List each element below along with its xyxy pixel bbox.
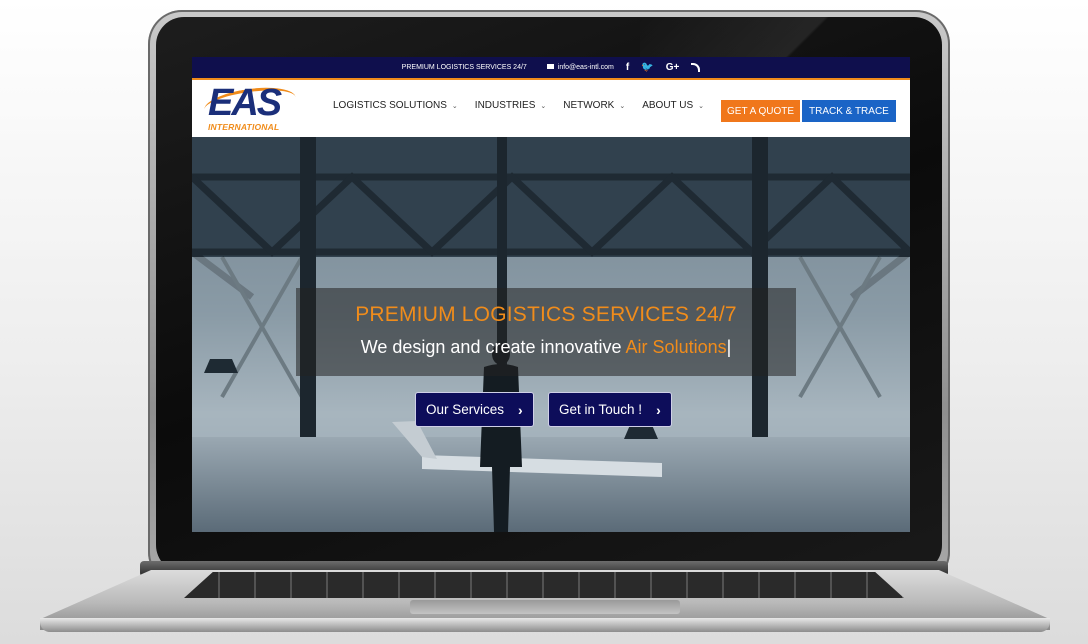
logo-subtext: INTERNATIONAL bbox=[208, 122, 280, 132]
chevron-down-icon: ⌄ bbox=[698, 102, 705, 110]
chevron-down-icon: ⌄ bbox=[540, 102, 547, 110]
nav-item-industries[interactable]: INDUSTRIES ⌄ bbox=[475, 100, 546, 111]
nav-item-label: INDUSTRIES bbox=[474, 100, 536, 111]
nav-item-label: NETWORK bbox=[563, 100, 615, 111]
typing-cursor: | bbox=[726, 337, 732, 357]
nav-item-logistics-solutions[interactable]: LOGISTICS SOLUTIONS ⌄ bbox=[333, 100, 458, 111]
hero-subtitle: We design and create innovative Air Solu… bbox=[296, 337, 796, 358]
site-header: EAS INTERNATIONAL LOGISTICS SOLUTIONS ⌄ … bbox=[192, 78, 910, 137]
hero-text-overlay bbox=[296, 288, 796, 376]
chevron-right-icon: › bbox=[518, 401, 523, 418]
logo-text: EAS bbox=[208, 82, 282, 124]
mail-icon bbox=[546, 64, 554, 69]
main-nav: LOGISTICS SOLUTIONS ⌄ INDUSTRIES ⌄ NETWO… bbox=[333, 100, 704, 111]
nav-item-label: ABOUT US bbox=[642, 100, 694, 111]
get-a-quote-button[interactable]: GET A QUOTE bbox=[721, 100, 801, 122]
topbar-tagline: PREMIUM LOGISTICS SERVICES 24/7 bbox=[401, 64, 527, 71]
rss-icon[interactable] bbox=[691, 63, 701, 72]
laptop-trackpad bbox=[410, 600, 680, 614]
get-in-touch-label: Get in Touch ! bbox=[559, 402, 643, 417]
chevron-down-icon: ⌄ bbox=[451, 102, 458, 110]
top-info-bar: PREMIUM LOGISTICS SERVICES 24/7 info@eas… bbox=[192, 57, 910, 78]
track-and-trace-button[interactable]: TRACK & TRACE bbox=[802, 100, 896, 122]
our-services-label: Our Services bbox=[426, 402, 505, 417]
twitter-icon[interactable]: 🐦 bbox=[641, 62, 653, 73]
chevron-right-icon: › bbox=[656, 401, 661, 418]
facebook-icon[interactable]: f bbox=[626, 62, 629, 73]
nav-item-about-us[interactable]: ABOUT US ⌄ bbox=[642, 100, 704, 111]
chevron-down-icon: ⌄ bbox=[619, 102, 626, 110]
laptop-front-edge bbox=[40, 618, 1050, 632]
hero-subtitle-text: We design and create innovative bbox=[360, 337, 626, 357]
site-logo[interactable]: EAS INTERNATIONAL bbox=[202, 82, 299, 134]
hangar-roof bbox=[192, 137, 910, 257]
hero-section: PREMIUM LOGISTICS SERVICES 24/7 We desig… bbox=[192, 137, 910, 532]
topbar-email: info@eas-intl.com bbox=[557, 64, 614, 71]
hero-title: PREMIUM LOGISTICS SERVICES 24/7 bbox=[355, 303, 737, 326]
hangar-floor bbox=[192, 437, 910, 532]
hero-subtitle-accent: Air Solutions bbox=[625, 337, 727, 357]
laptop-keyboard bbox=[184, 572, 904, 598]
our-services-button[interactable]: Our Services › bbox=[415, 392, 534, 427]
laptop-screen: PREMIUM LOGISTICS SERVICES 24/7 info@eas… bbox=[192, 57, 910, 532]
topbar-email-link[interactable]: info@eas-intl.com bbox=[546, 64, 614, 71]
get-in-touch-button[interactable]: Get in Touch ! › bbox=[548, 392, 672, 427]
google-plus-icon[interactable]: G+ bbox=[666, 62, 680, 73]
nav-item-label: LOGISTICS SOLUTIONS bbox=[333, 100, 447, 111]
nav-item-network[interactable]: NETWORK ⌄ bbox=[563, 100, 625, 111]
